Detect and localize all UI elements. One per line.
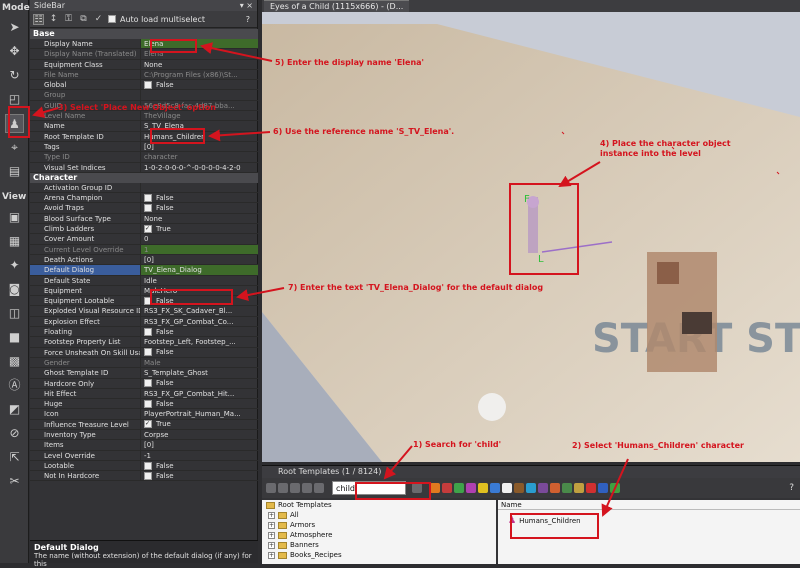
annotation-step-4: 4) Place the character object instance i…: [600, 139, 731, 158]
annotation-step-1: 1) Search for 'child': [413, 440, 502, 449]
annotation-step-6: 6) Use the reference name 'S_TV_Elena'.: [273, 127, 455, 136]
annotation-step-7: 7) Enter the text 'TV_Elena_Dialog' for …: [288, 283, 544, 292]
annotation-step-5: 5) Enter the display name 'Elena': [275, 58, 424, 67]
annotation-step-3: 3) Select 'Place New Object' option: [58, 103, 216, 112]
annotation-step-2: 2) Select 'Humans_Children' character: [572, 441, 744, 450]
annotation-arrows: [32, 42, 629, 517]
